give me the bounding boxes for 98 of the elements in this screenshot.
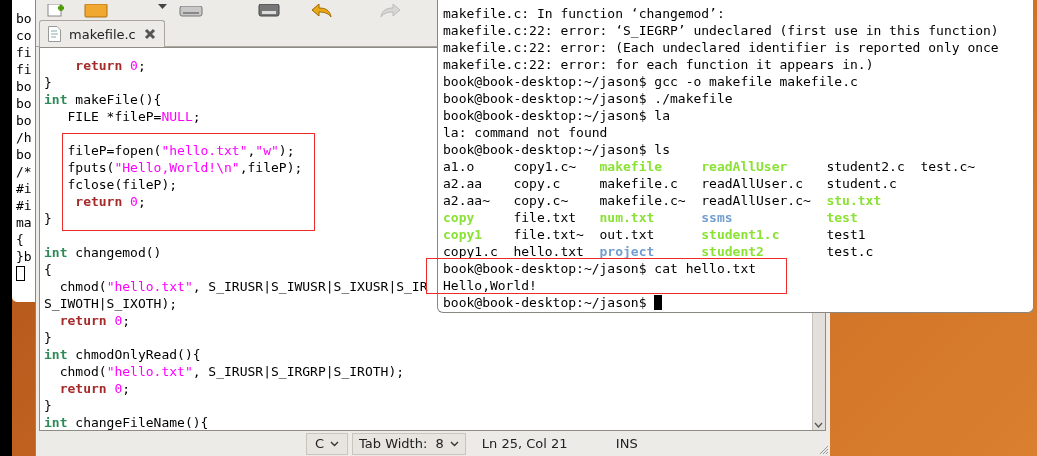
file-name: file.txt	[513, 209, 577, 226]
caret-icon[interactable]	[158, 4, 167, 10]
text-cursor	[16, 266, 25, 281]
file-name: a2.aa	[443, 175, 483, 192]
code-line: int chmodOnlyRead(){	[44, 346, 201, 363]
cursor-position: Ln 25, Col 21	[481, 436, 569, 451]
file-name: test.c~	[920, 158, 976, 175]
terminal-line: bo	[16, 78, 32, 95]
code-line: fileP=fopen("hello.txt","w");	[66, 142, 295, 159]
terminal-line: bo	[16, 112, 32, 129]
code-line: int changeFileName(){	[44, 414, 209, 430]
terminal-line: co	[16, 27, 32, 44]
file-name: num.txt	[599, 209, 655, 226]
code-line: int changemod()	[44, 244, 162, 261]
terminal-line: book@book-desktop:~/jason$ la	[443, 107, 670, 124]
terminal-line: bo	[16, 146, 32, 163]
code-line: }	[44, 397, 52, 414]
file-name: a1.o	[443, 158, 475, 175]
terminal-line: book@book-desktop:~/jason$ gcc -o makefile makefile.c	[443, 73, 858, 90]
file-name: out.txt	[599, 226, 655, 243]
terminal-line: book@book-desktop:~/jason$ cat hello.txt	[443, 260, 757, 277]
terminal-line: #i	[16, 180, 32, 197]
terminal-line: /h	[16, 129, 32, 146]
code-line: int makeFile(){	[44, 91, 162, 108]
terminal-line: book@book-desktop:~/jason$ ls	[443, 141, 670, 158]
file-name: project	[599, 243, 655, 260]
close-button[interactable]	[143, 28, 156, 40]
new-file-icon[interactable]	[46, 4, 66, 18]
save-drive-icon[interactable]	[179, 6, 203, 18]
undo-arrow-icon[interactable]	[310, 4, 332, 18]
tab-width-dropdown[interactable]: Tab Width: 8	[352, 432, 466, 455]
file-name: copy	[443, 209, 475, 226]
file-name: copy.c	[513, 175, 561, 192]
file-name: student.c	[826, 175, 897, 192]
code-line: fputs("Hello,World!\n",fileP);	[66, 159, 303, 176]
code-line: {	[44, 261, 52, 278]
terminal-line: fi	[16, 61, 32, 78]
file-name: hello.txt	[513, 243, 584, 260]
terminal-line: makefile.c:22: error: ‘S_IEGRP’ undeclared (first use in this function)	[443, 22, 999, 39]
terminal-prompt: book@book-desktop:~/jason$	[443, 295, 648, 310]
terminal-line: bo	[16, 95, 32, 112]
terminal-line: bo	[16, 10, 32, 27]
terminal-line: book@book-desktop:~/jason$ ./makefile	[443, 90, 733, 107]
file-name: stu.txt	[826, 192, 882, 209]
code-line: }	[44, 210, 52, 227]
file-name: student1.c	[701, 226, 780, 243]
terminal-line: Hello,World!	[443, 277, 537, 294]
terminal-line: makefile.c: In function ‘changemod’:	[443, 5, 725, 22]
close-icon	[143, 28, 156, 40]
code-line: S_IWOTH|S_IXOTH);	[44, 295, 178, 312]
file-name: ssms	[701, 209, 733, 226]
terminal-line: la: command not found	[443, 124, 608, 141]
file-tab[interactable]: makefile.c	[39, 20, 165, 47]
file-name: student2	[701, 243, 764, 260]
file-name: a2.aa~	[443, 192, 490, 209]
file-name: file.txt~	[513, 226, 584, 243]
terminal-line: fi	[16, 44, 32, 61]
code-line: chmod("hello.txt", S_IRUSR|S_IRGRP|S_IROTH);	[58, 363, 405, 380]
text-cursor	[654, 295, 663, 310]
printer-icon[interactable]	[258, 4, 280, 18]
tab-label: makefile.c	[69, 26, 136, 42]
file-name: makefile.c~	[599, 192, 686, 209]
resize-grip-icon[interactable]	[819, 445, 829, 455]
terminal-line: {	[16, 231, 24, 248]
open-folder-icon[interactable]	[84, 4, 108, 18]
code-line: FILE *fileP=NULL;	[66, 108, 201, 125]
code-line: return 0;	[58, 312, 131, 329]
caret-icon	[330, 440, 340, 447]
file-name: makefile	[599, 158, 663, 175]
terminal-line: }b	[16, 248, 32, 265]
file-name: readAllUser.c~	[701, 192, 811, 209]
file-name: student2.c	[826, 158, 905, 175]
terminal-line: makefile.c:22: error: for each function it appears in.)	[443, 56, 874, 73]
code-line: fclose(fileP);	[66, 176, 178, 193]
file-name: copy1.c~	[513, 158, 577, 175]
code-line: }	[44, 329, 52, 346]
code-line: }	[44, 74, 52, 91]
file-name: makefile.c	[599, 175, 678, 192]
terminal-line: #i	[16, 197, 32, 214]
terminal-line: /*	[16, 163, 32, 180]
terminal-line: ma	[16, 214, 32, 231]
caret-icon	[449, 440, 459, 447]
document-icon	[48, 26, 61, 42]
scroll-down-icon[interactable]	[813, 420, 824, 430]
file-name: readAllUser.c	[701, 175, 803, 192]
terminal-line: makefile.c:22: error: (Each undeclared identifier is reported only once	[443, 39, 999, 56]
file-name: test	[826, 209, 858, 226]
insert-mode: INS	[615, 436, 638, 451]
file-name: readAllUser	[701, 158, 788, 175]
code-line: return 0;	[74, 57, 146, 74]
code-line: return 0;	[74, 193, 146, 210]
file-name: copy.c~	[513, 192, 569, 209]
file-name: copy1.c	[443, 243, 498, 260]
file-name: test1	[826, 226, 866, 243]
file-name: test.c	[826, 243, 874, 260]
file-name: copy1	[443, 226, 483, 243]
code-line: return 0;	[58, 380, 131, 397]
language-dropdown[interactable]: C	[306, 432, 348, 455]
